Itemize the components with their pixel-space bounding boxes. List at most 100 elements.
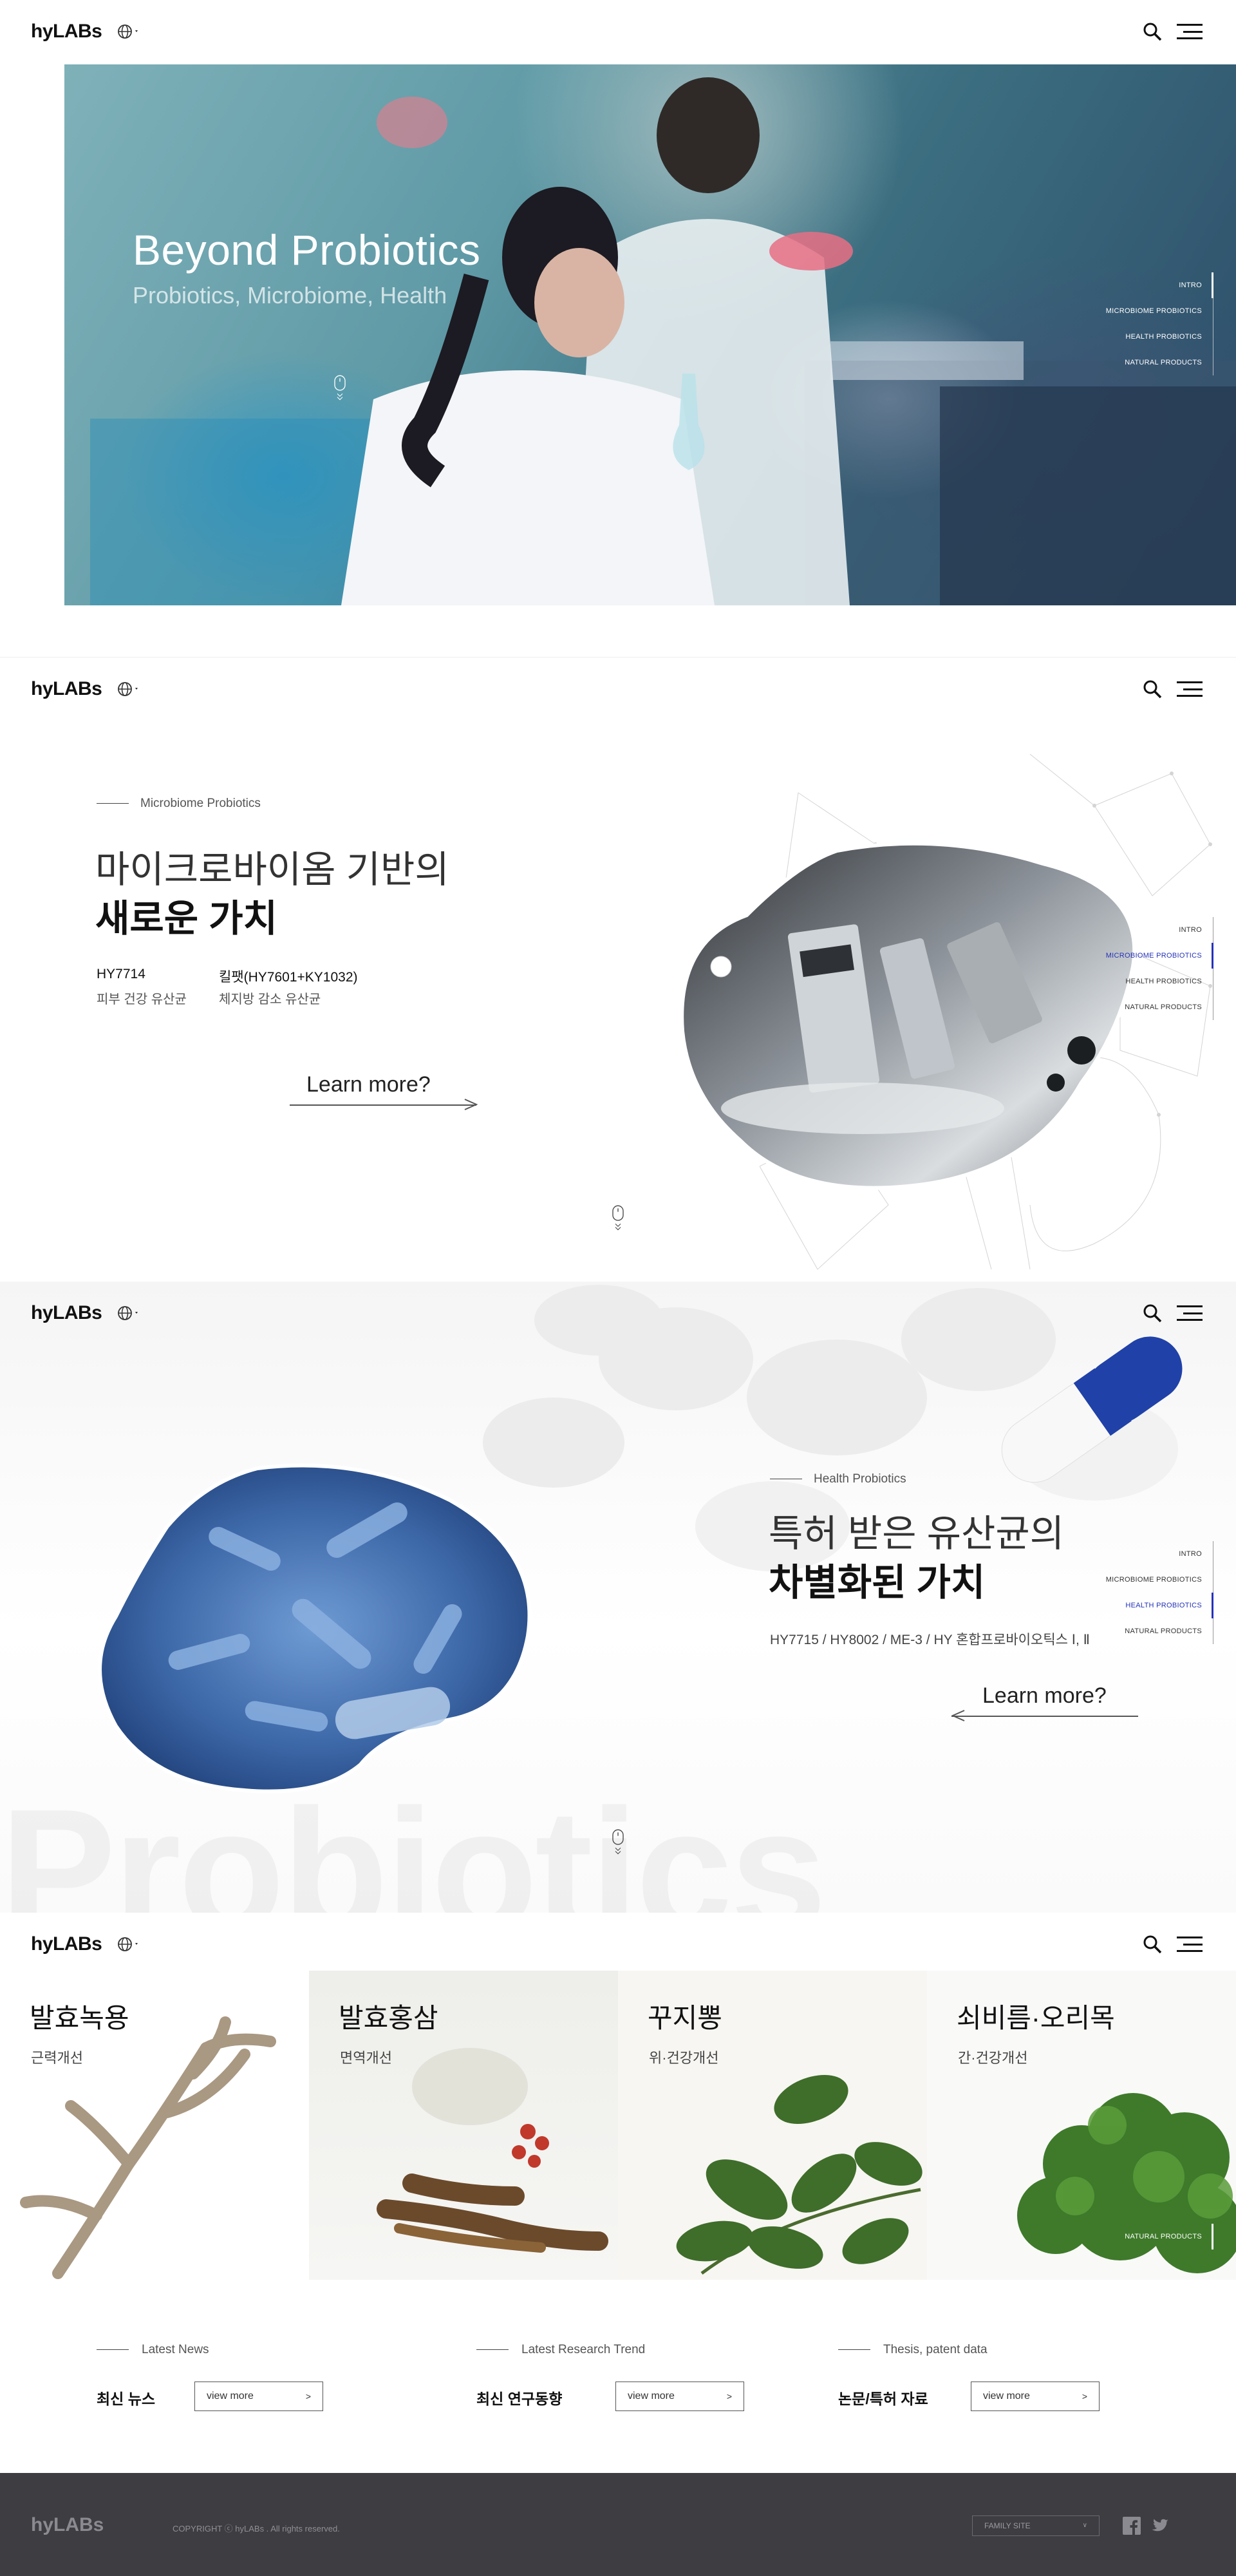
hamburger-menu-icon[interactable]	[1177, 681, 1203, 697]
scroll-mouse-icon[interactable]	[331, 375, 349, 401]
learn-more-link[interactable]: Learn more?	[306, 1072, 431, 1097]
family-site-select[interactable]: FAMILY SITE ∨	[972, 2515, 1100, 2536]
microbiome-section: hyLABs Microbiome Probiotics 마이크로바이옴 기반의…	[0, 657, 1236, 1282]
logo[interactable]: hyLABs	[31, 21, 102, 43]
nav-natural-products[interactable]: NATURAL PRODUCTS	[1085, 994, 1213, 1020]
panel-title: 쇠비름·오리목	[957, 2003, 1115, 2033]
nav-health-probiotics[interactable]: HEALTH PROBIOTICS	[1085, 1593, 1213, 1618]
search-icon[interactable]	[1143, 1935, 1162, 1954]
nav-intro[interactable]: INTRO	[1085, 2146, 1213, 2172]
product-description: 피부 건강 유산균	[97, 992, 187, 1007]
learn-more-link[interactable]: Learn more?	[982, 1683, 1107, 1709]
news-block: Thesis, patent data 논문/특허 자료 view more >	[838, 2343, 1100, 2411]
news-title: 최신 뉴스	[97, 2391, 156, 2407]
language-globe-icon[interactable]	[117, 1936, 139, 1953]
panel-subtitle: 면역개선	[340, 2050, 392, 2066]
search-icon[interactable]	[1143, 679, 1162, 699]
nav-health-probiotics[interactable]: HEALTH PROBIOTICS	[1085, 2198, 1213, 2224]
hamburger-menu-icon[interactable]	[1177, 23, 1203, 40]
arrow-left-icon	[951, 1710, 965, 1721]
logo[interactable]: hyLABs	[31, 678, 102, 700]
language-globe-icon[interactable]	[117, 1305, 139, 1321]
microscope-blob-image	[680, 841, 1137, 1190]
news-eyebrow: Thesis, patent data	[838, 2343, 988, 2357]
view-more-button[interactable]: view more >	[194, 2382, 323, 2411]
section-headline-bold: 차별화된 가치	[769, 1562, 986, 1604]
news-title: 논문/특허 자료	[838, 2391, 928, 2407]
section-nav-indicator	[1212, 1593, 1213, 1618]
logo[interactable]: hyLABs	[31, 1302, 102, 1324]
chevron-right-icon: >	[1082, 2391, 1087, 2401]
language-globe-icon[interactable]	[117, 681, 139, 697]
product-panel-antler[interactable]: 발효녹용 근력개선	[0, 1971, 309, 2280]
nav-intro[interactable]: INTRO	[1085, 272, 1213, 298]
site-header: hyLABs	[0, 658, 1236, 722]
family-site-label: FAMILY SITE	[984, 2521, 1031, 2530]
nav-natural-products[interactable]: NATURAL PRODUCTS	[1085, 2224, 1213, 2249]
news-section: Latest News 최신 뉴스 view more > Latest Res…	[0, 2280, 1236, 2473]
scroll-mouse-icon[interactable]	[609, 1829, 627, 1855]
nav-intro[interactable]: INTRO	[1085, 1541, 1213, 1567]
nav-microbiome-probiotics[interactable]: MICROBIOME PROBIOTICS	[1085, 943, 1213, 969]
search-icon[interactable]	[1143, 22, 1162, 41]
section-nav: INTRO MICROBIOME PROBIOTICS HEALTH PROBI…	[1085, 917, 1213, 1020]
section-nav-indicator	[1212, 272, 1213, 298]
panel-subtitle: 근력개선	[31, 2050, 83, 2066]
view-more-button[interactable]: view more >	[971, 2382, 1100, 2411]
chevron-right-icon: >	[305, 2391, 311, 2401]
product-panel-kkujippong[interactable]: 꾸지뽕 위·건강개선	[618, 1971, 927, 2280]
scroll-mouse-icon[interactable]	[609, 1205, 627, 1231]
section-nav-indicator	[1212, 943, 1213, 969]
section-nav: INTRO MICROBIOME PROBIOTICS HEALTH PROBI…	[1085, 2146, 1213, 2249]
news-eyebrow: Latest Research Trend	[476, 2343, 645, 2357]
hero-title: Beyond Probiotics	[133, 226, 481, 274]
chevron-right-icon: >	[726, 2391, 732, 2401]
copyright-text: COPYRIGHT ⓒ hyLABs . All rights reserved…	[173, 2524, 340, 2533]
section-nav: INTRO MICROBIOME PROBIOTICS HEALTH PROBI…	[1085, 1541, 1213, 1644]
product-name[interactable]: 킬팻(HY7601+KY1032)	[219, 967, 358, 986]
view-more-button[interactable]: view more >	[615, 2382, 744, 2411]
product-panel-red-ginseng[interactable]: 발효홍삼 면역개선	[309, 1971, 618, 2280]
news-block: Latest Research Trend 최신 연구동향 view more …	[476, 2343, 744, 2411]
learn-more-underline	[290, 1104, 476, 1106]
hero-lab-image	[64, 64, 1236, 605]
news-title: 최신 연구동향	[476, 2391, 563, 2407]
footer-logo[interactable]: hyLABs	[31, 2514, 104, 2536]
twitter-icon[interactable]	[1151, 2517, 1169, 2535]
hamburger-menu-icon[interactable]	[1177, 1936, 1203, 1953]
view-more-label: view more	[207, 2391, 254, 2401]
nav-health-probiotics[interactable]: HEALTH PROBIOTICS	[1085, 324, 1213, 350]
nav-microbiome-probiotics[interactable]: MICROBIOME PROBIOTICS	[1085, 2172, 1213, 2198]
facebook-icon[interactable]	[1123, 2517, 1141, 2535]
section-eyebrow: Microbiome Probiotics	[97, 797, 261, 811]
nav-natural-products[interactable]: NATURAL PRODUCTS	[1085, 1618, 1213, 1644]
natural-products-section: hyLABs 발효녹용 근력개선 발효홍삼 면역개선 꾸지뽕 위·건강개선 쇠비…	[0, 1913, 1236, 2280]
section-headline-light: 특허 받은 유산균의	[769, 1513, 1065, 1555]
nav-microbiome-probiotics[interactable]: MICROBIOME PROBIOTICS	[1085, 1567, 1213, 1593]
search-icon[interactable]	[1143, 1303, 1162, 1323]
nav-intro[interactable]: INTRO	[1085, 917, 1213, 943]
learn-more-underline	[951, 1716, 1138, 1717]
section-nav: INTRO MICROBIOME PROBIOTICS HEALTH PROBI…	[1085, 272, 1213, 375]
product-id-list: HY7715 / HY8002 / ME-3 / HY 혼합프로바이오틱스 Ⅰ,…	[770, 1633, 1091, 1647]
hero-subtitle: Probiotics, Microbiome, Health	[133, 282, 447, 308]
site-header: hyLABs	[0, 0, 1236, 64]
product-name[interactable]: HY7714	[97, 967, 145, 982]
logo[interactable]: hyLABs	[31, 1933, 102, 1955]
section-eyebrow: Health Probiotics	[770, 1472, 906, 1486]
panel-subtitle: 위·건강개선	[649, 2050, 719, 2066]
lab-scene-illustration	[90, 77, 1236, 605]
nav-natural-products[interactable]: NATURAL PRODUCTS	[1085, 350, 1213, 375]
site-footer: hyLABs COPYRIGHT ⓒ hyLABs . All rights r…	[0, 2473, 1236, 2576]
product-description: 체지방 감소 유산균	[219, 992, 321, 1007]
nav-health-probiotics[interactable]: HEALTH PROBIOTICS	[1085, 969, 1213, 994]
panel-title: 발효녹용	[30, 2003, 129, 2033]
news-block: Latest News 최신 뉴스 view more >	[97, 2343, 323, 2411]
hamburger-menu-icon[interactable]	[1177, 1305, 1203, 1321]
panel-title: 발효홍삼	[339, 2003, 438, 2033]
section-nav-indicator	[1212, 2224, 1213, 2249]
nav-microbiome-probiotics[interactable]: MICROBIOME PROBIOTICS	[1085, 298, 1213, 324]
site-header: hyLABs	[0, 1282, 1236, 1346]
language-globe-icon[interactable]	[117, 23, 139, 40]
site-header: hyLABs	[0, 1913, 1236, 1977]
